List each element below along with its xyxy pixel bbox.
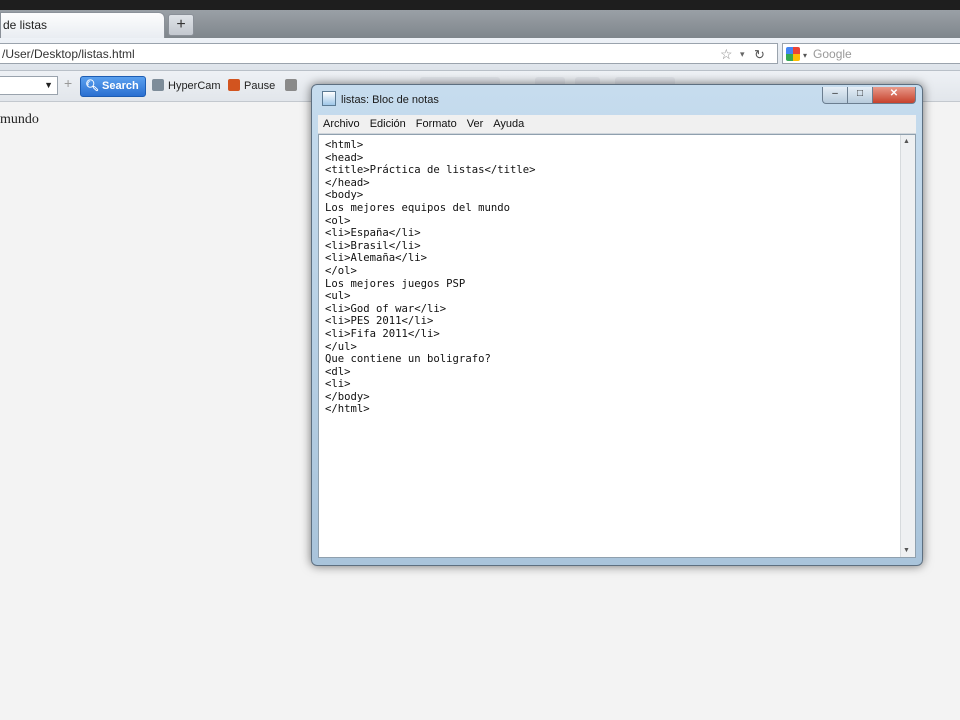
google-search-box[interactable]: ▾ Google bbox=[782, 43, 960, 64]
notepad-line: <li>God of war</li> bbox=[325, 302, 447, 315]
stop-icon bbox=[285, 79, 297, 91]
notepad-line: <li>PES 2011</li> bbox=[325, 315, 434, 328]
reload-icon[interactable]: ↻ bbox=[754, 44, 765, 65]
notepad-text-content: <html> <head> <title>Práctica de listas<… bbox=[325, 139, 535, 416]
notepad-line: <ul> bbox=[325, 290, 351, 303]
close-button[interactable]: ✕ bbox=[873, 87, 916, 104]
window-controls: – □ ✕ bbox=[822, 87, 916, 105]
magnifier-icon: 🔍︎ bbox=[85, 80, 99, 92]
maximize-button[interactable]: □ bbox=[848, 87, 873, 104]
notepad-line: <head> bbox=[325, 151, 364, 164]
page-content-text: mundo bbox=[0, 112, 39, 127]
notepad-app-icon[interactable] bbox=[322, 91, 336, 106]
menu-ver[interactable]: Ver bbox=[462, 115, 489, 133]
notepad-line: </head> bbox=[325, 176, 370, 189]
hypercam-label: HyperCam bbox=[168, 80, 221, 92]
notepad-menubar: Archivo Edición Formato Ver Ayuda bbox=[318, 115, 916, 134]
notepad-line: <li>Brasil</li> bbox=[325, 239, 421, 252]
browser-tab-active[interactable]: de listas bbox=[0, 12, 165, 38]
toolbar-plus-icon[interactable]: + bbox=[64, 75, 72, 91]
toolbar-stop-button[interactable] bbox=[285, 77, 301, 95]
notepad-line: <li>Alemaña</li> bbox=[325, 252, 428, 265]
notepad-text-area[interactable]: <html> <head> <title>Práctica de listas<… bbox=[318, 134, 916, 558]
tab-title: de listas bbox=[3, 18, 48, 32]
notepad-line: </html> bbox=[325, 403, 370, 416]
hypercam-button[interactable]: HyperCam bbox=[152, 77, 221, 95]
menu-ayuda[interactable]: Ayuda bbox=[488, 115, 529, 133]
minimize-button[interactable]: – bbox=[822, 87, 848, 104]
pause-icon bbox=[228, 79, 240, 91]
notepad-line: <dl> bbox=[325, 365, 351, 378]
menu-edicion[interactable]: Edición bbox=[365, 115, 411, 133]
menu-archivo[interactable]: Archivo bbox=[318, 115, 365, 133]
scroll-up-icon[interactable]: ▲ bbox=[903, 138, 910, 145]
google-search-placeholder: Google bbox=[813, 47, 852, 61]
notepad-line: Los mejores juegos PSP bbox=[325, 277, 466, 290]
notepad-line: <body> bbox=[325, 189, 364, 202]
search-button-label: Search bbox=[102, 80, 139, 92]
notepad-line: <ol> bbox=[325, 214, 351, 227]
google-logo-icon bbox=[786, 47, 800, 61]
address-bar-text: /User/Desktop/listas.html bbox=[2, 47, 135, 61]
bookmark-star-icon[interactable]: ☆ bbox=[720, 44, 733, 65]
address-bar[interactable]: /User/Desktop/listas.html ☆ ▾ ↻ bbox=[0, 43, 778, 64]
notepad-line: </body> bbox=[325, 390, 370, 403]
toolbar-search-dropdown[interactable]: ▼ bbox=[0, 76, 58, 95]
notepad-line: <li>Fifa 2011</li> bbox=[325, 327, 440, 340]
browser-navigation-bar: /User/Desktop/listas.html ☆ ▾ ↻ ▾ Google bbox=[0, 38, 960, 71]
menu-formato[interactable]: Formato bbox=[411, 115, 462, 133]
notepad-line: <html> bbox=[325, 139, 364, 151]
vertical-scrollbar[interactable]: ▲ ▼ bbox=[900, 135, 915, 557]
notepad-window: listas: Bloc de notas – □ ✕ Archivo Edición… bbox=[311, 84, 923, 566]
notepad-line: Que contiene un boligrafo? bbox=[325, 353, 491, 366]
notepad-line: <title>Práctica de listas</title> bbox=[325, 164, 536, 177]
dropdown-arrow-icon: ▼ bbox=[44, 80, 53, 90]
history-dropdown-icon[interactable]: ▾ bbox=[740, 44, 745, 65]
search-engine-dropdown-icon[interactable]: ▾ bbox=[803, 51, 807, 60]
hypercam-icon bbox=[152, 79, 164, 91]
notepad-line: <li> bbox=[325, 378, 351, 391]
new-tab-button[interactable]: + bbox=[168, 14, 194, 36]
notepad-title: listas: Bloc de notas bbox=[341, 94, 439, 106]
screen-top-edge bbox=[0, 0, 960, 10]
toolbar-search-button[interactable]: 🔍︎ Search bbox=[80, 76, 146, 97]
scroll-down-icon[interactable]: ▼ bbox=[903, 547, 910, 554]
notepad-line: </ul> bbox=[325, 340, 357, 353]
pause-button[interactable]: Pause bbox=[228, 77, 275, 95]
notepad-line: Los mejores equipos del mundo bbox=[325, 201, 510, 214]
notepad-titlebar[interactable]: listas: Bloc de notas bbox=[322, 91, 439, 108]
notepad-line: </ol> bbox=[325, 264, 357, 277]
browser-tab-strip: de listas + bbox=[0, 10, 960, 38]
notepad-line: <li>España</li> bbox=[325, 227, 421, 240]
pause-label: Pause bbox=[244, 80, 276, 92]
